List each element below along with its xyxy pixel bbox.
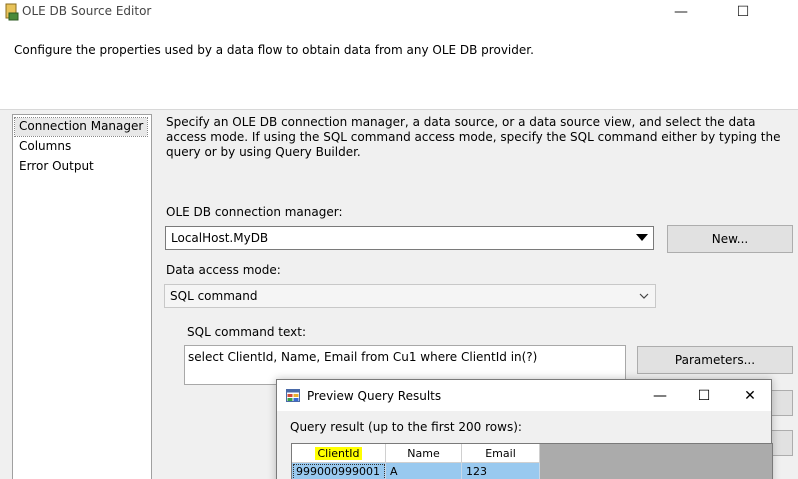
column-header-clientid[interactable]: ClientId	[292, 444, 386, 463]
query-result-label: Query result (up to the first 200 rows):	[290, 420, 522, 434]
hidden-button-edge[interactable]	[770, 390, 793, 416]
header-description: Configure the properties used by a data …	[14, 43, 534, 57]
column-header-email[interactable]: Email	[462, 444, 540, 463]
grid-icon	[286, 389, 300, 402]
header-area: Configure the properties used by a data …	[0, 24, 798, 110]
connection-manager-value: LocalHost.MyDB	[171, 231, 269, 245]
access-mode-label: Data access mode:	[166, 263, 281, 277]
nav-panel: Connection Manager Columns Error Output	[12, 114, 152, 479]
minimize-icon: —	[674, 4, 688, 20]
title-bar: OLE DB Source Editor — ☐	[0, 0, 798, 24]
nav-item-connection-manager[interactable]: Connection Manager	[13, 117, 149, 137]
nav-item-error-output[interactable]: Error Output	[15, 158, 98, 176]
minimize-icon: —	[653, 388, 667, 404]
close-icon: ✕	[744, 388, 756, 404]
nav-item-columns[interactable]: Columns	[15, 138, 75, 156]
maximize-button[interactable]: ☐	[720, 0, 766, 24]
cell-name[interactable]: A	[386, 463, 462, 479]
parameters-button[interactable]: Parameters...	[637, 346, 793, 374]
connection-manager-combo[interactable]: LocalHost.MyDB	[165, 226, 654, 250]
ssis-source-icon	[5, 3, 19, 21]
cell-clientid[interactable]: 999000999001	[292, 463, 386, 479]
access-mode-value: SQL command	[170, 289, 258, 303]
highlighted-header-text: ClientId	[315, 446, 362, 460]
preview-query-results-window: Preview Query Results — ☐ ✕ Query result…	[276, 379, 773, 479]
connection-manager-label: OLE DB connection manager:	[166, 205, 343, 219]
new-connection-button[interactable]: New...	[667, 225, 793, 253]
grid-header: ClientId Name Email	[292, 444, 540, 463]
results-grid[interactable]: ClientId Name Email 999000999001 A 123	[291, 443, 773, 479]
maximize-icon: ☐	[697, 388, 711, 404]
hidden-button-edge[interactable]	[770, 430, 793, 456]
access-mode-combo[interactable]: SQL command	[164, 284, 656, 308]
column-header-name[interactable]: Name	[386, 444, 462, 463]
preview-close-button[interactable]: ✕	[727, 384, 773, 408]
sql-command-label: SQL command text:	[187, 325, 306, 339]
chevron-down-icon[interactable]	[633, 285, 655, 307]
preview-minimize-button[interactable]: —	[637, 384, 683, 408]
minimize-button[interactable]: —	[658, 0, 704, 24]
preview-maximize-button[interactable]: ☐	[681, 384, 727, 408]
preview-title: Preview Query Results	[307, 389, 442, 403]
window-title: OLE DB Source Editor	[22, 4, 152, 18]
cell-email[interactable]: 123	[462, 463, 540, 479]
preview-title-bar: Preview Query Results — ☐ ✕	[277, 380, 771, 411]
dropdown-arrow-icon[interactable]	[631, 227, 653, 249]
table-row[interactable]: 999000999001 A 123	[292, 463, 540, 479]
maximize-icon: ☐	[736, 4, 750, 20]
content-description: Specify an OLE DB connection manager, a …	[166, 115, 781, 159]
